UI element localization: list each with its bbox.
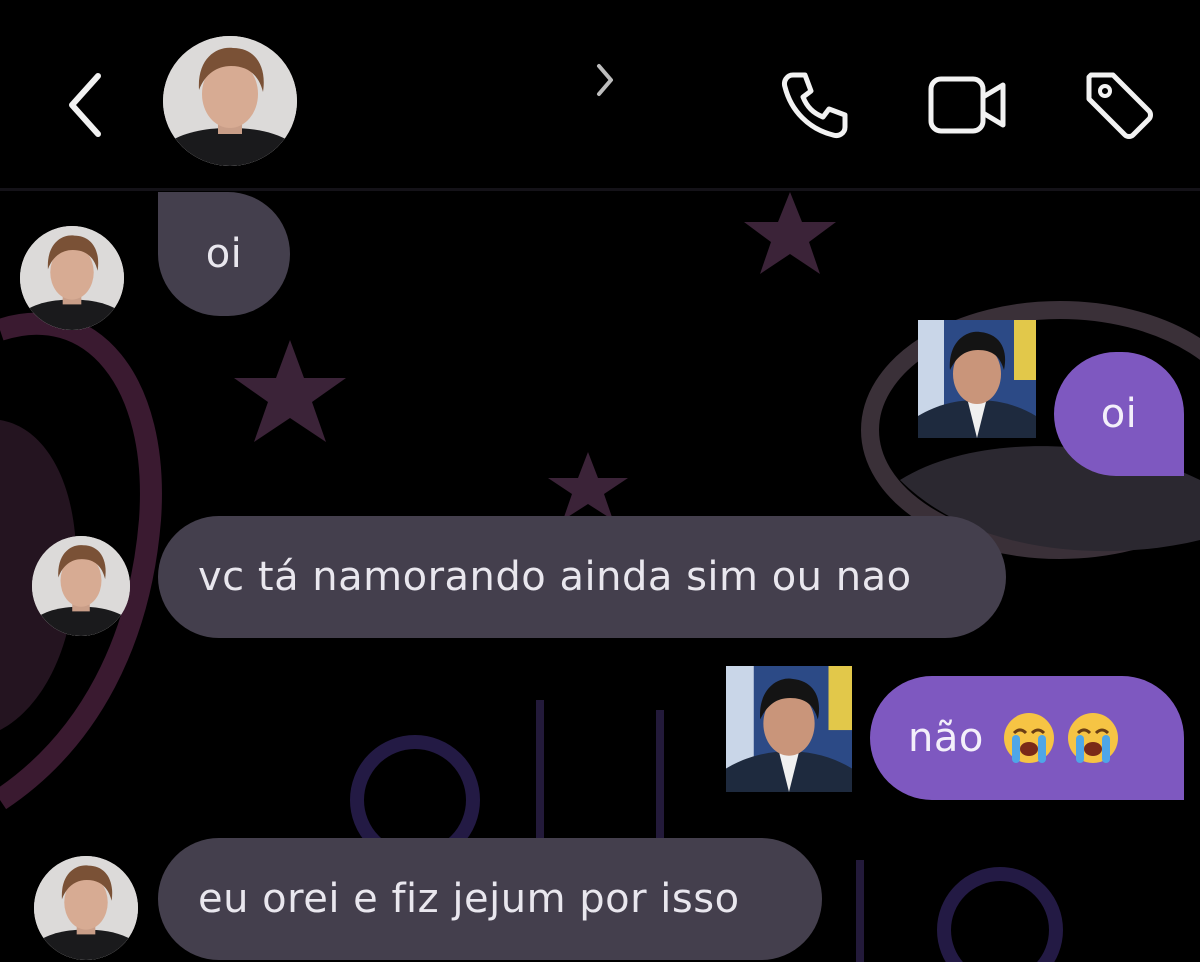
man-in-suit-photo [918, 320, 1036, 438]
message-bubble-incoming[interactable]: oi [158, 192, 290, 316]
chevron-left-icon [69, 73, 101, 137]
sticker-image [726, 666, 852, 792]
phone-icon [782, 72, 848, 138]
sender-avatar[interactable] [20, 226, 124, 330]
avatar [34, 856, 138, 960]
chat-header [0, 0, 1200, 191]
contact-avatar[interactable] [163, 36, 297, 166]
message-bubble-outgoing[interactable]: não [870, 676, 1184, 800]
video-camera-icon [928, 76, 1006, 134]
expand-contact-button[interactable] [592, 60, 618, 100]
avatar [32, 536, 130, 636]
tag-button[interactable] [1082, 68, 1158, 144]
sender-avatar[interactable] [32, 536, 130, 636]
loudly-crying-face-icon [1067, 713, 1118, 763]
sender-avatar[interactable] [34, 856, 138, 960]
sticker-image [918, 320, 1036, 438]
star-shape [548, 452, 628, 520]
video-call-button[interactable] [926, 70, 1010, 140]
message-bubble-incoming[interactable]: eu orei e fiz jejum por isso [158, 838, 822, 960]
message-bubble-outgoing[interactable]: oi [1054, 352, 1184, 476]
chevron-right-icon [597, 64, 613, 96]
message-text: oi [205, 231, 243, 277]
message-text: vc tá namorando ainda sim ou nao [198, 554, 912, 600]
star-shape [744, 192, 836, 274]
tag-icon [1086, 72, 1153, 139]
man-in-suit-photo [726, 666, 852, 792]
back-button[interactable] [56, 70, 112, 140]
message-text: oi [1100, 391, 1138, 437]
message-text: não [908, 715, 984, 761]
star-shape [234, 340, 346, 442]
message-bubble-incoming[interactable]: vc tá namorando ainda sim ou nao [158, 516, 1006, 638]
call-button[interactable] [776, 66, 854, 144]
avatar [20, 226, 124, 330]
loudly-crying-face-icon [1003, 713, 1054, 763]
message-text: eu orei e fiz jejum por isso [198, 876, 740, 922]
avatar [163, 36, 297, 166]
